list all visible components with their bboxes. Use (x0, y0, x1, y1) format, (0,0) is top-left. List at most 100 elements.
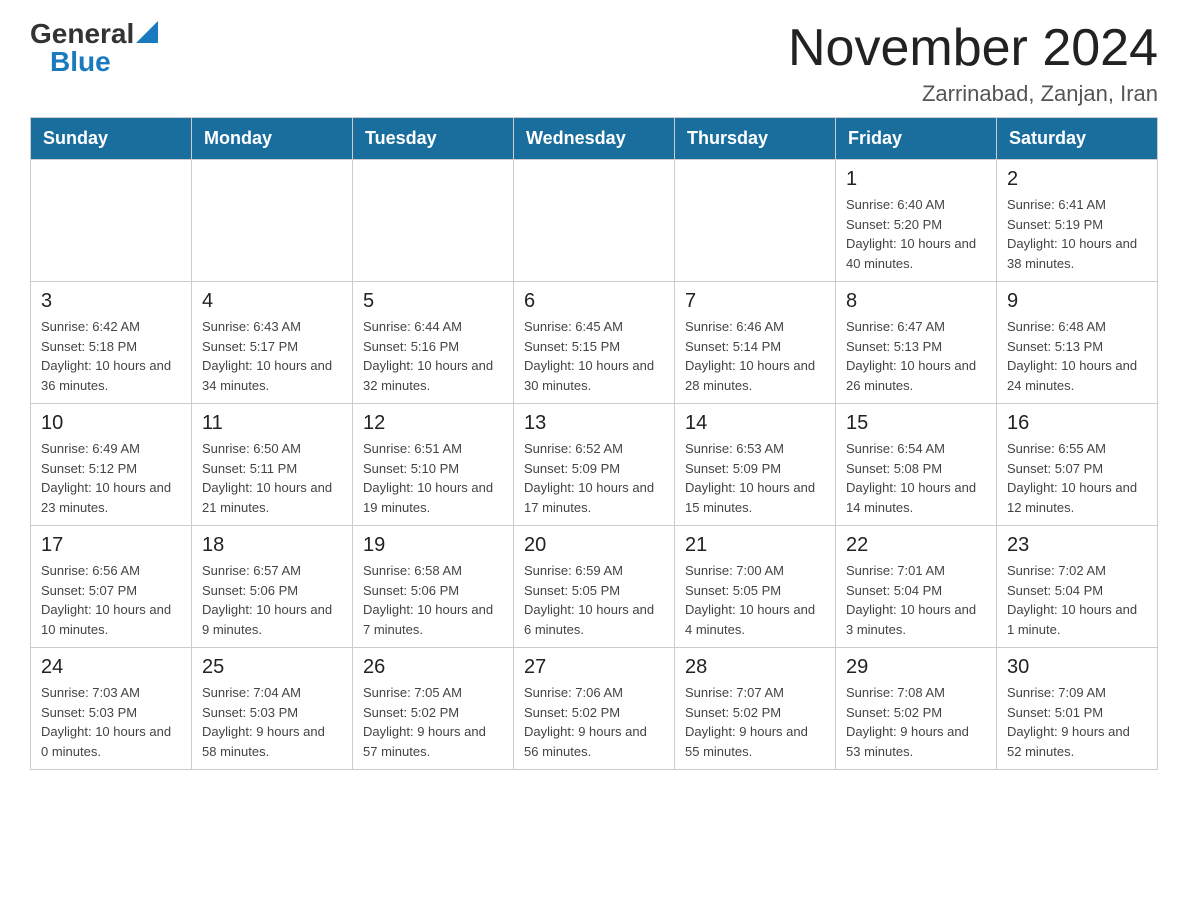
calendar-table: SundayMondayTuesdayWednesdayThursdayFrid… (30, 117, 1158, 770)
calendar-cell: 16 Sunrise: 6:55 AM Sunset: 5:07 PM Dayli… (997, 404, 1158, 526)
calendar-cell: 21 Sunrise: 7:00 AM Sunset: 5:05 PM Dayli… (675, 526, 836, 648)
day-info: Sunrise: 6:50 AM Sunset: 5:11 PM Dayligh… (202, 439, 342, 517)
calendar-cell (514, 160, 675, 282)
calendar-cell: 6 Sunrise: 6:45 AM Sunset: 5:15 PM Daylig… (514, 282, 675, 404)
day-info: Sunrise: 6:54 AM Sunset: 5:08 PM Dayligh… (846, 439, 986, 517)
calendar-cell: 22 Sunrise: 7:01 AM Sunset: 5:04 PM Dayli… (836, 526, 997, 648)
day-info: Sunrise: 6:56 AM Sunset: 5:07 PM Dayligh… (41, 561, 181, 639)
calendar-row-0: 1Sunrise: 6:40 AM Sunset: 5:20 PM Daylig… (31, 160, 1158, 282)
title-section: November 2024 Zarrinabad, Zanjan, Iran (788, 20, 1158, 107)
calendar-cell: 1Sunrise: 6:40 AM Sunset: 5:20 PM Daylig… (836, 160, 997, 282)
day-number: 22 (846, 534, 986, 557)
weekday-header-wednesday: Wednesday (514, 118, 675, 160)
day-info: Sunrise: 6:57 AM Sunset: 5:06 PM Dayligh… (202, 561, 342, 639)
day-number: 25 (202, 656, 342, 679)
calendar-cell: 15 Sunrise: 6:54 AM Sunset: 5:08 PM Dayli… (836, 404, 997, 526)
weekday-header-friday: Friday (836, 118, 997, 160)
calendar-cell: 24 Sunrise: 7:03 AM Sunset: 5:03 PM Dayli… (31, 648, 192, 770)
calendar-cell: 2Sunrise: 6:41 AM Sunset: 5:19 PM Daylig… (997, 160, 1158, 282)
logo-blue-text: Blue (30, 48, 111, 76)
day-info: Sunrise: 7:09 AM Sunset: 5:01 PM Dayligh… (1007, 683, 1147, 761)
day-info: Sunrise: 7:03 AM Sunset: 5:03 PM Dayligh… (41, 683, 181, 761)
calendar-cell (192, 160, 353, 282)
location-title: Zarrinabad, Zanjan, Iran (788, 81, 1158, 107)
calendar-cell: 9 Sunrise: 6:48 AM Sunset: 5:13 PM Daylig… (997, 282, 1158, 404)
calendar-cell: 5Sunrise: 6:44 AM Sunset: 5:16 PM Daylig… (353, 282, 514, 404)
day-info: Sunrise: 6:59 AM Sunset: 5:05 PM Dayligh… (524, 561, 664, 639)
day-info: Sunrise: 7:06 AM Sunset: 5:02 PM Dayligh… (524, 683, 664, 761)
day-info: Sunrise: 6:46 AM Sunset: 5:14 PM Dayligh… (685, 317, 825, 395)
day-number: 7 (685, 290, 825, 313)
day-number: 16 (1007, 412, 1147, 435)
logo-triangle-icon (136, 21, 158, 43)
calendar-cell: 13 Sunrise: 6:52 AM Sunset: 5:09 PM Dayli… (514, 404, 675, 526)
calendar-row-1: 3 Sunrise: 6:42 AM Sunset: 5:18 PM Daylig… (31, 282, 1158, 404)
day-number: 3 (41, 290, 181, 313)
calendar-cell: 30 Sunrise: 7:09 AM Sunset: 5:01 PM Dayli… (997, 648, 1158, 770)
logo: General Blue (30, 20, 158, 76)
weekday-header-sunday: Sunday (31, 118, 192, 160)
day-number: 13 (524, 412, 664, 435)
day-number: 28 (685, 656, 825, 679)
day-info: Sunrise: 7:04 AM Sunset: 5:03 PM Dayligh… (202, 683, 342, 761)
day-number: 6 (524, 290, 664, 313)
calendar-cell: 19 Sunrise: 6:58 AM Sunset: 5:06 PM Dayli… (353, 526, 514, 648)
day-info: Sunrise: 6:45 AM Sunset: 5:15 PM Dayligh… (524, 317, 664, 395)
calendar-row-2: 10Sunrise: 6:49 AM Sunset: 5:12 PM Dayli… (31, 404, 1158, 526)
calendar-cell (675, 160, 836, 282)
day-info: Sunrise: 6:55 AM Sunset: 5:07 PM Dayligh… (1007, 439, 1147, 517)
calendar-cell: 12 Sunrise: 6:51 AM Sunset: 5:10 PM Dayli… (353, 404, 514, 526)
calendar-cell: 3 Sunrise: 6:42 AM Sunset: 5:18 PM Daylig… (31, 282, 192, 404)
calendar-cell: 18Sunrise: 6:57 AM Sunset: 5:06 PM Dayli… (192, 526, 353, 648)
day-number: 24 (41, 656, 181, 679)
calendar-cell: 17Sunrise: 6:56 AM Sunset: 5:07 PM Dayli… (31, 526, 192, 648)
day-number: 30 (1007, 656, 1147, 679)
day-number: 9 (1007, 290, 1147, 313)
calendar-cell: 20Sunrise: 6:59 AM Sunset: 5:05 PM Dayli… (514, 526, 675, 648)
calendar-row-4: 24 Sunrise: 7:03 AM Sunset: 5:03 PM Dayli… (31, 648, 1158, 770)
calendar-cell: 14Sunrise: 6:53 AM Sunset: 5:09 PM Dayli… (675, 404, 836, 526)
day-number: 12 (363, 412, 503, 435)
day-info: Sunrise: 6:48 AM Sunset: 5:13 PM Dayligh… (1007, 317, 1147, 395)
day-number: 14 (685, 412, 825, 435)
calendar-cell: 11 Sunrise: 6:50 AM Sunset: 5:11 PM Dayli… (192, 404, 353, 526)
day-info: Sunrise: 7:02 AM Sunset: 5:04 PM Dayligh… (1007, 561, 1147, 639)
weekday-header-monday: Monday (192, 118, 353, 160)
month-title: November 2024 (788, 20, 1158, 77)
day-number: 27 (524, 656, 664, 679)
day-number: 21 (685, 534, 825, 557)
day-info: Sunrise: 6:43 AM Sunset: 5:17 PM Dayligh… (202, 317, 342, 395)
logo-general-text: General (30, 20, 134, 48)
day-number: 29 (846, 656, 986, 679)
calendar-cell: 29Sunrise: 7:08 AM Sunset: 5:02 PM Dayli… (836, 648, 997, 770)
day-number: 8 (846, 290, 986, 313)
day-info: Sunrise: 7:05 AM Sunset: 5:02 PM Dayligh… (363, 683, 503, 761)
day-info: Sunrise: 6:42 AM Sunset: 5:18 PM Dayligh… (41, 317, 181, 395)
day-info: Sunrise: 7:07 AM Sunset: 5:02 PM Dayligh… (685, 683, 825, 761)
day-info: Sunrise: 6:47 AM Sunset: 5:13 PM Dayligh… (846, 317, 986, 395)
weekday-header-tuesday: Tuesday (353, 118, 514, 160)
day-info: Sunrise: 7:00 AM Sunset: 5:05 PM Dayligh… (685, 561, 825, 639)
day-number: 19 (363, 534, 503, 557)
calendar-cell: 25 Sunrise: 7:04 AM Sunset: 5:03 PM Dayli… (192, 648, 353, 770)
day-info: Sunrise: 6:52 AM Sunset: 5:09 PM Dayligh… (524, 439, 664, 517)
calendar-row-3: 17Sunrise: 6:56 AM Sunset: 5:07 PM Dayli… (31, 526, 1158, 648)
day-info: Sunrise: 6:40 AM Sunset: 5:20 PM Dayligh… (846, 195, 986, 273)
calendar-cell: 4 Sunrise: 6:43 AM Sunset: 5:17 PM Daylig… (192, 282, 353, 404)
weekday-header-row: SundayMondayTuesdayWednesdayThursdayFrid… (31, 118, 1158, 160)
calendar-cell: 10Sunrise: 6:49 AM Sunset: 5:12 PM Dayli… (31, 404, 192, 526)
day-info: Sunrise: 6:51 AM Sunset: 5:10 PM Dayligh… (363, 439, 503, 517)
day-number: 15 (846, 412, 986, 435)
day-info: Sunrise: 7:01 AM Sunset: 5:04 PM Dayligh… (846, 561, 986, 639)
day-info: Sunrise: 6:58 AM Sunset: 5:06 PM Dayligh… (363, 561, 503, 639)
day-info: Sunrise: 6:44 AM Sunset: 5:16 PM Dayligh… (363, 317, 503, 395)
calendar-cell: 7 Sunrise: 6:46 AM Sunset: 5:14 PM Daylig… (675, 282, 836, 404)
day-number: 2 (1007, 168, 1147, 191)
day-info: Sunrise: 6:49 AM Sunset: 5:12 PM Dayligh… (41, 439, 181, 517)
day-number: 4 (202, 290, 342, 313)
calendar-cell: 26Sunrise: 7:05 AM Sunset: 5:02 PM Dayli… (353, 648, 514, 770)
calendar-cell (353, 160, 514, 282)
calendar-cell: 27 Sunrise: 7:06 AM Sunset: 5:02 PM Dayli… (514, 648, 675, 770)
page-header: General Blue November 2024 Zarrinabad, Z… (30, 20, 1158, 107)
day-number: 11 (202, 412, 342, 435)
